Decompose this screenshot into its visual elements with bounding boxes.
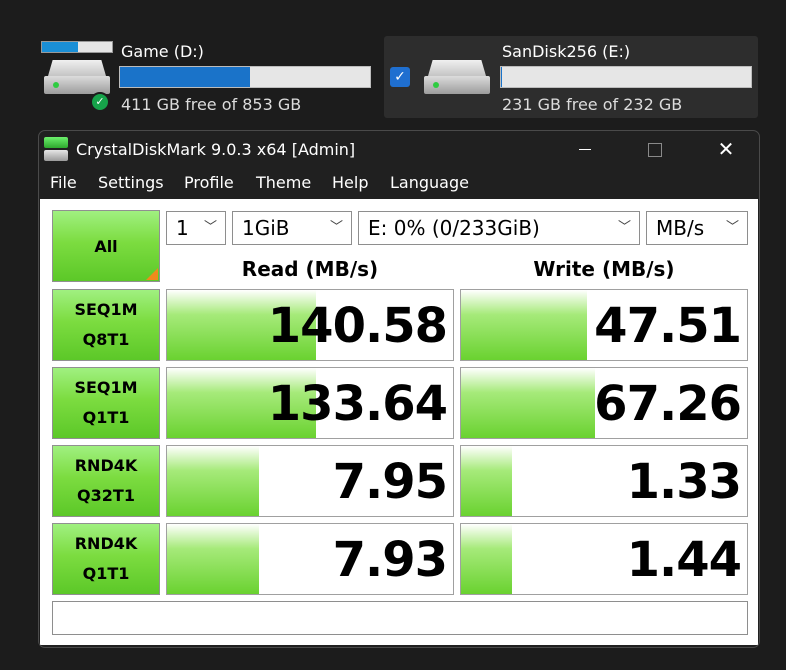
test-size-value: 1GiB bbox=[242, 216, 290, 240]
write-result-cell: 1.33 bbox=[460, 445, 748, 517]
comment-input[interactable] bbox=[52, 601, 748, 635]
test-name: SEQ1M bbox=[74, 378, 138, 397]
drive-tile-e[interactable]: ✓ SanDisk256 (E:) 231 GB free of 232 GB bbox=[384, 36, 758, 118]
corner-marker-icon bbox=[146, 268, 158, 280]
write-result-cell: 47.51 bbox=[460, 289, 748, 361]
read-result-cell: 7.95 bbox=[166, 445, 454, 517]
read-result-cell: 140.58 bbox=[166, 289, 454, 361]
chevron-down-icon: ﹀ bbox=[725, 220, 739, 235]
menu-theme[interactable]: Theme bbox=[256, 173, 311, 192]
test-button-seq1m-q8t1[interactable]: SEQ1M Q8T1 bbox=[52, 289, 160, 361]
chevron-down-icon: ﹀ bbox=[203, 220, 217, 235]
chevron-down-icon: ﹀ bbox=[329, 220, 343, 235]
test-params: Q8T1 bbox=[82, 330, 130, 349]
minimize-button[interactable] bbox=[563, 131, 609, 167]
checkmark-status-icon: ✓ bbox=[90, 92, 110, 112]
menu-language[interactable]: Language bbox=[390, 173, 469, 192]
menu-file[interactable]: File bbox=[50, 173, 77, 192]
read-result-value: 133.64 bbox=[267, 376, 448, 432]
drive-d-mini-usage-bar bbox=[41, 41, 113, 53]
write-result-value: 47.51 bbox=[594, 298, 742, 354]
benchmark-panel: All 1 ﹀ 1GiB ﹀ E: 0% (0/233GiB) ﹀ MB/s ﹀… bbox=[40, 199, 758, 645]
test-name: RND4K bbox=[74, 456, 138, 475]
read-result-bar bbox=[167, 446, 259, 516]
write-result-value: 1.33 bbox=[626, 454, 742, 510]
test-button-seq1m-q1t1[interactable]: SEQ1M Q1T1 bbox=[52, 367, 160, 439]
test-params: Q1T1 bbox=[82, 564, 130, 583]
maximize-button[interactable] bbox=[632, 131, 678, 167]
target-drive-select[interactable]: E: 0% (0/233GiB) ﹀ bbox=[358, 211, 640, 245]
write-column-header: Write (MB/s) bbox=[533, 257, 675, 281]
read-result-cell: 7.93 bbox=[166, 523, 454, 595]
write-result-bar bbox=[461, 524, 513, 594]
menu-help[interactable]: Help bbox=[332, 173, 368, 192]
app-icon bbox=[44, 137, 68, 161]
unit-select[interactable]: MB/s ﹀ bbox=[646, 211, 748, 245]
target-drive-value: E: 0% (0/233GiB) bbox=[368, 216, 540, 240]
window-title: CrystalDiskMark 9.0.3 x64 [Admin] bbox=[76, 140, 356, 159]
drive-tile-d[interactable]: ✓ Game (D:) 411 GB free of 853 GB bbox=[38, 36, 378, 118]
drive-free-space: 231 GB free of 232 GB bbox=[502, 95, 683, 114]
test-button-rnd4k-q32t1[interactable]: RND4K Q32T1 bbox=[52, 445, 160, 517]
read-result-cell: 133.64 bbox=[166, 367, 454, 439]
menu-settings[interactable]: Settings bbox=[98, 173, 164, 192]
write-result-cell: 1.44 bbox=[460, 523, 748, 595]
read-result-value: 140.58 bbox=[267, 298, 448, 354]
test-size-select[interactable]: 1GiB ﹀ bbox=[232, 211, 352, 245]
test-count-value: 1 bbox=[176, 216, 189, 240]
drive-name: SanDisk256 (E:) bbox=[502, 42, 631, 61]
read-result-value: 7.93 bbox=[332, 532, 448, 588]
read-result-bar bbox=[167, 524, 259, 594]
write-result-value: 67.26 bbox=[594, 376, 742, 432]
hard-drive-icon bbox=[44, 60, 110, 94]
drive-d-mini-usage-fill bbox=[42, 42, 79, 52]
test-params: Q32T1 bbox=[77, 486, 135, 505]
drive-usage-fill bbox=[501, 67, 502, 87]
hard-drive-icon bbox=[424, 60, 490, 94]
test-name: SEQ1M bbox=[74, 300, 138, 319]
drive-free-space: 411 GB free of 853 GB bbox=[121, 95, 302, 114]
test-button-rnd4k-q1t1[interactable]: RND4K Q1T1 bbox=[52, 523, 160, 595]
all-tests-button[interactable]: All bbox=[52, 210, 160, 282]
read-column-header: Read (MB/s) bbox=[241, 257, 379, 281]
test-name: RND4K bbox=[74, 534, 138, 553]
write-result-bar bbox=[461, 368, 596, 438]
unit-value: MB/s bbox=[656, 216, 705, 240]
menu-profile[interactable]: Profile bbox=[184, 173, 234, 192]
crystaldiskmark-window: CrystalDiskMark 9.0.3 x64 [Admin] ✕ File… bbox=[38, 130, 760, 648]
title-bar[interactable]: CrystalDiskMark 9.0.3 x64 [Admin] ✕ bbox=[39, 131, 759, 168]
write-result-value: 1.44 bbox=[626, 532, 742, 588]
drive-select-checkbox[interactable]: ✓ bbox=[390, 67, 410, 87]
drive-usage-bar bbox=[500, 66, 752, 88]
drive-usage-fill bbox=[120, 67, 250, 87]
close-icon: ✕ bbox=[717, 137, 735, 161]
all-tests-label: All bbox=[94, 236, 118, 256]
write-result-bar bbox=[461, 290, 587, 360]
close-button[interactable]: ✕ bbox=[703, 131, 749, 167]
menu-bar: File Settings Profile Theme Help Languag… bbox=[39, 168, 759, 198]
test-count-select[interactable]: 1 ﹀ bbox=[166, 211, 226, 245]
chevron-down-icon: ﹀ bbox=[617, 220, 631, 235]
write-result-cell: 67.26 bbox=[460, 367, 748, 439]
read-result-value: 7.95 bbox=[332, 454, 448, 510]
test-params: Q1T1 bbox=[82, 408, 130, 427]
write-result-bar bbox=[461, 446, 513, 516]
drive-name: Game (D:) bbox=[121, 42, 204, 61]
drive-usage-bar bbox=[119, 66, 371, 88]
